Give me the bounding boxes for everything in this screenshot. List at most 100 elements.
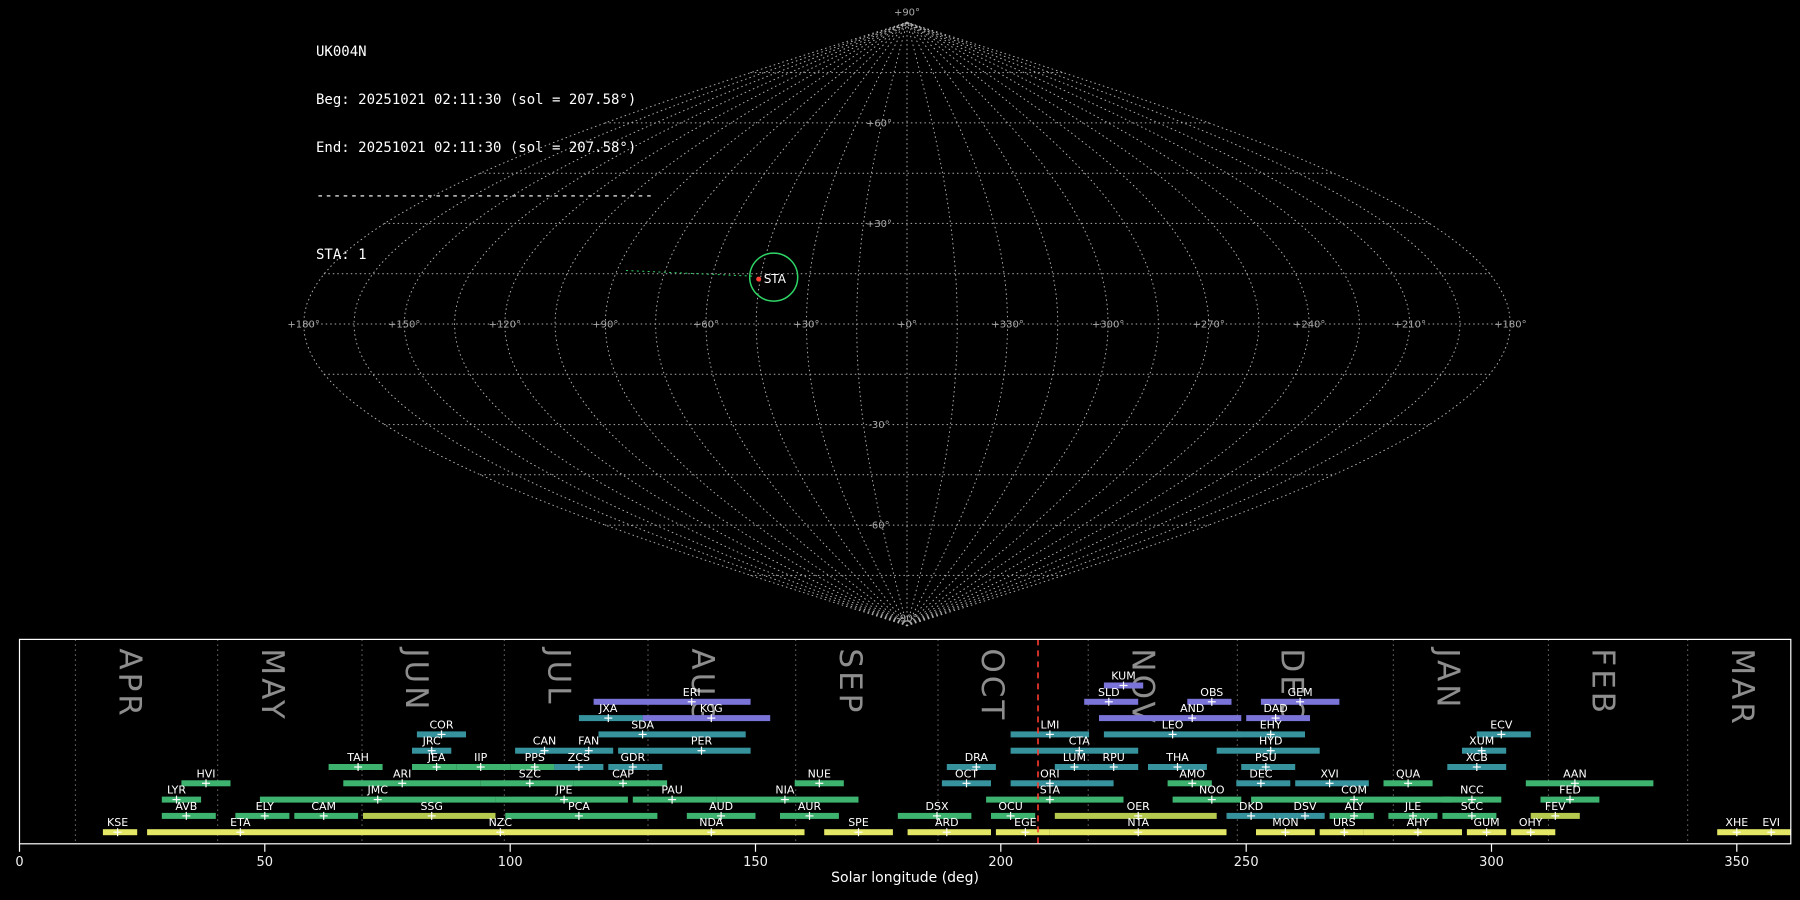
shower-code-label: OCT — [955, 767, 978, 780]
plot-canvas: +180° +150° +120° +90° +60° +30° +0° +330° +300°… — [0, 0, 1800, 900]
shower-code-label: OCU — [998, 800, 1022, 813]
shower-code-label: KSE — [107, 816, 128, 829]
shower-bar-ORI — [1011, 780, 1114, 786]
map-latitude-label: -60° — [868, 521, 889, 532]
map-longitude-label: +180° — [1494, 320, 1526, 331]
month-label: JUL — [540, 646, 576, 706]
map-longitude-label: +240° — [1293, 320, 1325, 331]
shower-code-label: OER — [1127, 800, 1151, 813]
shower-code-label: HVI — [196, 767, 215, 780]
shower-code-label: AAN — [1563, 767, 1587, 780]
shower-code-label: FAN — [578, 735, 599, 748]
month-label: APR — [112, 648, 148, 718]
shower-code-label: SSG — [420, 800, 443, 813]
shower-code-label: GEM — [1288, 686, 1313, 699]
shower-code-label: SZC — [519, 767, 542, 780]
shower-code-label: GUM — [1474, 816, 1500, 829]
shower-code-label: AMO — [1179, 767, 1205, 780]
shower-code-label: FEV — [1545, 800, 1566, 813]
shower-code-label: CAN — [533, 735, 556, 748]
x-tick-label: 100 — [498, 855, 523, 870]
shower-code-label: ORI — [1040, 767, 1060, 780]
map-meridian — [907, 22, 1460, 625]
map-latitude-label: +30° — [866, 219, 892, 230]
map-latitude-label: +90° — [894, 7, 920, 18]
x-tick-label: 300 — [1479, 855, 1504, 870]
shower-code-label: JMC — [366, 784, 388, 797]
x-tick-label: 50 — [257, 855, 274, 870]
month-label: SEP — [832, 648, 868, 715]
map-longitude-label: +150° — [388, 320, 420, 331]
shower-bar-NOO — [1173, 797, 1242, 803]
shower-code-label: NOO — [1199, 784, 1225, 797]
x-tick-label: 350 — [1724, 855, 1749, 870]
shower-code-label: ETA — [230, 816, 251, 829]
shower-code-label: ERI — [683, 686, 701, 699]
begin-time-line: Beg: 20251021 02:11:30 (sol = 207.58°) — [316, 92, 653, 108]
shower-bar-KCG — [643, 715, 771, 721]
shower-code-label: KUM — [1111, 670, 1135, 683]
shower-code-label: SPE — [848, 816, 869, 829]
shower-code-label: JPE — [555, 784, 573, 797]
shower-code-label: IIP — [474, 751, 487, 764]
shower-code-label: NIA — [775, 784, 794, 797]
shower-code-label: OBS — [1200, 686, 1223, 699]
map-latitude-label: -90° — [896, 614, 917, 625]
shower-code-label: EGE — [1014, 816, 1036, 829]
shower-code-label: URS — [1333, 816, 1356, 829]
shower-code-label: PPS — [525, 751, 545, 764]
shower-code-label: STA — [1040, 784, 1061, 797]
x-tick-label: 250 — [1234, 855, 1259, 870]
shower-code-label: NZC — [489, 816, 513, 829]
shower-code-label: QUA — [1396, 767, 1421, 780]
map-longitude-label: +300° — [1092, 320, 1124, 331]
shower-code-label: MON — [1272, 816, 1298, 829]
map-longitude-label: +180° — [287, 320, 319, 331]
shower-code-label: AHY — [1407, 816, 1430, 829]
shower-bar-ETA — [147, 829, 363, 835]
session-info-block: UK004N Beg: 20251021 02:11:30 (sol = 207… — [316, 12, 653, 295]
shower-code-label: GDR — [620, 751, 645, 764]
map-latitude-label: +60° — [866, 118, 892, 129]
shower-code-label: CTA — [1069, 735, 1091, 748]
map-longitude-label: +30° — [793, 320, 819, 331]
radiant-detection-dot — [756, 277, 761, 282]
shower-code-label: DEC — [1249, 767, 1272, 780]
shower-count-line: STA: 1 — [316, 247, 653, 263]
shower-code-label: DSV — [1294, 800, 1317, 813]
shower-code-label: JXA — [598, 702, 618, 715]
shower-code-label: TAH — [346, 751, 369, 764]
shower-code-label: XUM — [1469, 735, 1494, 748]
shower-code-label: OHY — [1519, 816, 1543, 829]
shower-code-label: CAP — [612, 767, 634, 780]
map-longitude-label: +120° — [489, 320, 521, 331]
shower-code-label: LMI — [1040, 718, 1059, 731]
shower-code-label: AUD — [709, 800, 733, 813]
shower-code-label: HYD — [1259, 735, 1282, 748]
month-label: FEB — [1585, 648, 1621, 716]
map-longitude-label: +0° — [897, 320, 917, 331]
shower-code-label: ARD — [935, 816, 959, 829]
month-label: MAY — [254, 648, 290, 721]
x-axis-title: Solar longitude (deg) — [831, 870, 979, 886]
shower-code-label: LEO — [1162, 718, 1184, 731]
shower-code-label: COM — [1341, 784, 1367, 797]
x-tick-label: 0 — [15, 855, 23, 870]
shower-bar-AAN — [1526, 780, 1654, 786]
map-longitude-label: +90° — [592, 320, 618, 331]
map-longitude-label: +330° — [991, 320, 1023, 331]
shower-code-label: XVI — [1320, 767, 1338, 780]
shower-code-label: NCC — [1460, 784, 1484, 797]
shower-code-label: LUM — [1063, 751, 1086, 764]
shower-bar-NZC — [363, 829, 628, 835]
shower-bar-NDA — [628, 829, 805, 835]
station-code: UK004N — [316, 44, 653, 60]
radiant-label: STA — [764, 272, 787, 286]
shower-code-label: XHE — [1725, 816, 1748, 829]
shower-code-label: DSX — [926, 800, 949, 813]
shower-code-label: FED — [1559, 784, 1581, 797]
shower-code-label: AUR — [798, 800, 822, 813]
shower-code-label: SDA — [631, 718, 654, 731]
shower-code-label: AVB — [175, 800, 197, 813]
shower-code-label: DRA — [965, 751, 989, 764]
